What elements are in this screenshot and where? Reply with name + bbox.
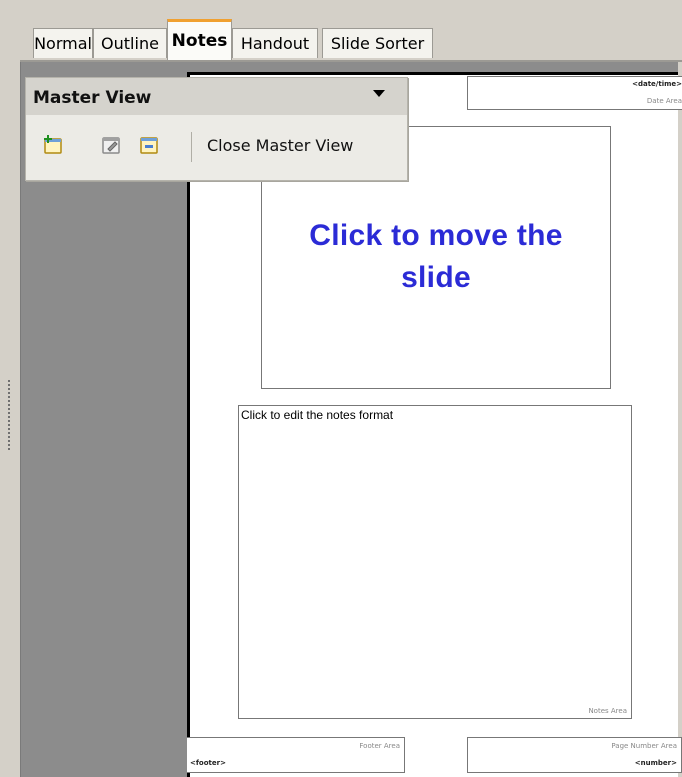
rename-master-icon[interactable] [100, 134, 122, 156]
notes-area[interactable]: Click to edit the notes format Notes Are… [238, 405, 632, 719]
toolbar-menu-arrow-icon[interactable] [373, 90, 385, 97]
date-area-label: Date Area [646, 97, 682, 105]
footer-area-label: Footer Area [359, 742, 400, 750]
page-number-area-label: Page Number Area [611, 742, 677, 750]
tab-outline[interactable]: Outline [93, 28, 167, 58]
master-view-toolbar: Master View Close Master View [25, 77, 408, 181]
page-gutter [678, 62, 682, 777]
delete-master-icon[interactable] [138, 134, 160, 156]
notes-area-label: Notes Area [588, 707, 627, 715]
date-field: <date/time> [632, 80, 682, 88]
page-number-area[interactable]: Page Number Area <number> [467, 737, 682, 773]
tab-notes[interactable]: Notes [167, 19, 232, 60]
notes-placeholder-text: Click to edit the notes format [241, 408, 394, 422]
view-tabs: Normal Outline Notes Handout Slide Sorte… [33, 17, 682, 61]
tab-slide-sorter[interactable]: Slide Sorter [322, 28, 433, 58]
footer-field: <footer> [190, 759, 226, 767]
toolbar-title-bar[interactable]: Master View [26, 78, 407, 115]
impress-window: Normal Outline Notes Handout Slide Sorte… [0, 0, 682, 777]
tab-normal[interactable]: Normal [33, 28, 93, 58]
tab-handout[interactable]: Handout [232, 28, 318, 58]
toolbar-title: Master View [33, 88, 152, 108]
toolbar-separator [191, 132, 192, 162]
footer-area[interactable]: Footer Area <footer> [187, 737, 405, 773]
close-master-view-button[interactable]: Close Master View [207, 136, 353, 155]
left-edge [0, 0, 20, 777]
new-master-icon[interactable] [42, 134, 64, 156]
slide-placeholder-text: Click to move the slide [309, 219, 563, 294]
splitter-handle[interactable] [8, 380, 10, 450]
date-area[interactable]: <date/time> Date Area [467, 76, 682, 110]
number-field: <number> [634, 759, 677, 767]
